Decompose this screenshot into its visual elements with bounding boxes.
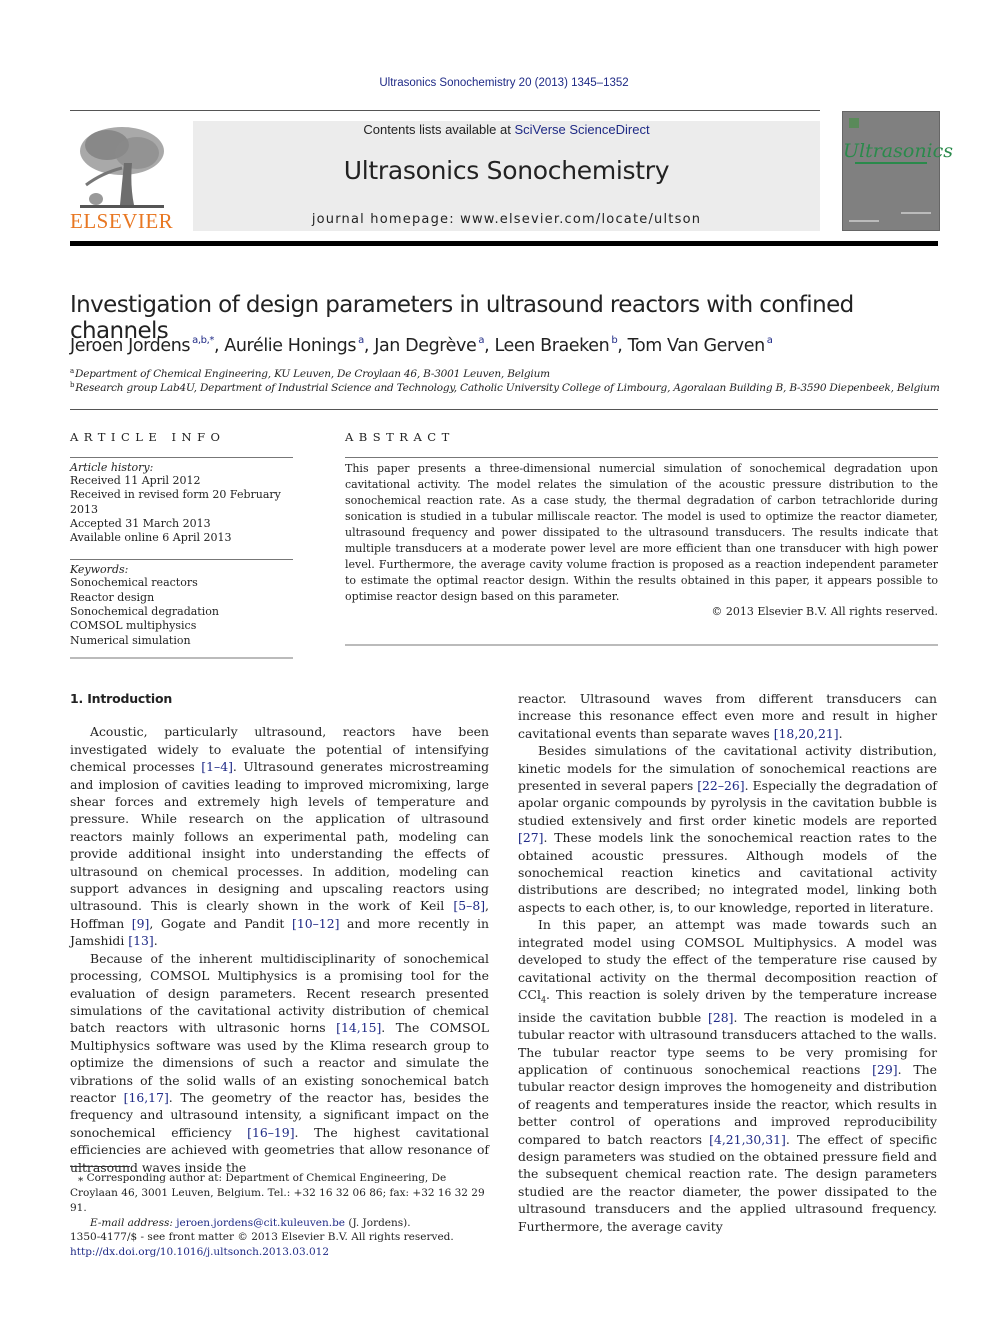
history-label: Article history: xyxy=(70,461,154,474)
divider xyxy=(70,559,293,561)
history-item: Available online 6 April 2013 xyxy=(70,531,232,545)
author-list: Jeroen Jordens a,b,*, Aurélie Honings a, J… xyxy=(70,335,773,356)
divider xyxy=(70,656,293,659)
top-rule xyxy=(70,110,820,111)
citation-link[interactable]: [5–8] xyxy=(453,898,485,913)
abstract-text: This paper presents a three-dimensional … xyxy=(345,462,938,603)
citation-link[interactable]: [1–4] xyxy=(201,759,233,774)
tree-icon xyxy=(72,123,168,211)
affiliation-text: Department of Chemical Engineering, KU L… xyxy=(74,368,550,380)
affiliation-mark: a xyxy=(70,367,74,375)
email-suffix: (J. Jordens). xyxy=(345,1217,411,1229)
divider xyxy=(70,409,938,410)
body-column-left: 1. Introduction Acoustic, particularly u… xyxy=(70,690,489,1176)
article-info: ARTICLE INFO Article history: Received 1… xyxy=(70,430,293,659)
footnote-rule xyxy=(70,1166,130,1167)
author-affil-mark[interactable]: a xyxy=(478,335,484,346)
cover-title: Ultrasonics xyxy=(843,140,954,162)
publisher-name: ELSEVIER xyxy=(70,209,174,233)
author[interactable]: Jeroen Jordens xyxy=(70,336,191,356)
author-affil-mark[interactable]: a,b,* xyxy=(192,335,214,346)
keyword: Sonochemical reactors xyxy=(70,576,198,590)
citation-link[interactable]: [29] xyxy=(872,1062,897,1077)
divider xyxy=(345,644,938,646)
keyword: Numerical simulation xyxy=(70,633,191,647)
body-column-right: reactor. Ultrasound waves from different… xyxy=(518,690,937,1235)
cover-text-line xyxy=(901,212,931,214)
keyword: Sonochemical degradation xyxy=(70,605,219,619)
email-link[interactable]: jeroen.jordens@cit.kuleuven.be xyxy=(176,1217,345,1229)
keyword: COMSOL multiphysics xyxy=(70,619,197,633)
abstract-heading: ABSTRACT xyxy=(345,430,455,444)
cover-logo-icon xyxy=(849,118,859,128)
citation-link[interactable]: [4,21,30,31] xyxy=(709,1132,786,1147)
elsevier-logo[interactable]: ELSEVIER xyxy=(70,118,174,234)
paragraph: In this paper, an attempt was made towar… xyxy=(518,917,938,1234)
email-label: E-mail address: xyxy=(90,1217,177,1229)
citation-link[interactable]: [16–19] xyxy=(247,1125,294,1140)
header-thick-rule xyxy=(70,241,938,246)
contents-prefix: Contents lists available at xyxy=(363,122,515,137)
history-item: Received in revised form 20 February 201… xyxy=(70,488,281,516)
author[interactable]: Jan Degrève xyxy=(374,336,477,356)
cover-text-line xyxy=(849,220,879,222)
divider xyxy=(345,457,938,458)
author-affil-mark[interactable]: b xyxy=(611,335,617,346)
corresponding-author: Corresponding author at: Department of C… xyxy=(70,1172,485,1214)
doi-link[interactable]: http://dx.doi.org/10.1016/j.ultsonch.201… xyxy=(70,1246,329,1258)
author-affil-mark[interactable]: a xyxy=(358,335,364,346)
divider xyxy=(70,457,293,458)
citation-link[interactable]: [18,20,21] xyxy=(774,726,839,741)
author-affil-mark[interactable]: a xyxy=(767,335,773,346)
citation-link[interactable]: [9] xyxy=(132,916,150,931)
paragraph: Because of the inherent multidisciplinar… xyxy=(70,950,489,1175)
citation-link[interactable]: [22–26] xyxy=(697,778,744,793)
author[interactable]: Aurélie Honings xyxy=(224,336,356,356)
history-item: Received 11 April 2012 xyxy=(70,474,201,487)
journal-cover[interactable]: Ultrasonics xyxy=(842,111,954,231)
paragraph: Acoustic, particularly ultrasound, react… xyxy=(70,724,489,949)
homepage-prefix: journal homepage: xyxy=(311,212,461,227)
running-head[interactable]: Ultrasonics Sonochemistry 20 (2013) 1345… xyxy=(0,77,992,89)
sciencedirect-link[interactable]: SciVerse ScienceDirect xyxy=(514,122,649,137)
cover-bar xyxy=(855,162,927,164)
abstract: ABSTRACT This paper presents a three-dim… xyxy=(345,430,938,646)
subscript: 4 xyxy=(540,995,547,1005)
front-matter: 1350-4177/$ - see front matter © 2013 El… xyxy=(70,1230,454,1260)
citation-link[interactable]: [13] xyxy=(128,933,153,948)
author[interactable]: Tom Van Gerven xyxy=(628,336,766,356)
keyword: Reactor design xyxy=(70,590,155,604)
citation-link[interactable]: [10–12] xyxy=(292,916,339,931)
affiliation-mark: b xyxy=(70,381,75,389)
affiliation-b: bResearch group Lab4U, Department of Ind… xyxy=(70,381,940,394)
citation-link[interactable]: [28] xyxy=(708,1010,733,1025)
footnote: ⁎ Corresponding author at: Department of… xyxy=(70,1171,490,1231)
journal-homepage: journal homepage: www.elsevier.com/locat… xyxy=(193,212,820,227)
affiliation-a: aDepartment of Chemical Engineering, KU … xyxy=(70,367,550,380)
issn-line: 1350-4177/$ - see front matter © 2013 El… xyxy=(70,1231,454,1243)
citation-link[interactable]: [14,15] xyxy=(336,1020,381,1035)
author[interactable]: Leen Braeken xyxy=(494,336,609,356)
affiliation-text: Research group Lab4U, Department of Indu… xyxy=(75,382,940,394)
article-info-heading: ARTICLE INFO xyxy=(70,430,226,444)
history-item: Accepted 31 March 2013 xyxy=(70,516,211,530)
journal-name: Ultrasonics Sonochemistry xyxy=(343,156,670,185)
paragraph: reactor. Ultrasound waves from different… xyxy=(518,691,937,741)
contents-line: Contents lists available at SciVerse Sci… xyxy=(193,122,820,137)
abstract-copyright: © 2013 Elsevier B.V. All rights reserved… xyxy=(711,605,938,618)
homepage-link[interactable]: www.elsevier.com/locate/ultson xyxy=(460,212,701,227)
keywords-label: Keywords: xyxy=(70,563,129,577)
citation-link[interactable]: [27] xyxy=(518,830,543,845)
paragraph: Besides simulations of the cavitational … xyxy=(518,743,937,915)
section-heading: 1. Introduction xyxy=(70,691,173,706)
citation-link[interactable]: [16,17] xyxy=(124,1090,169,1105)
